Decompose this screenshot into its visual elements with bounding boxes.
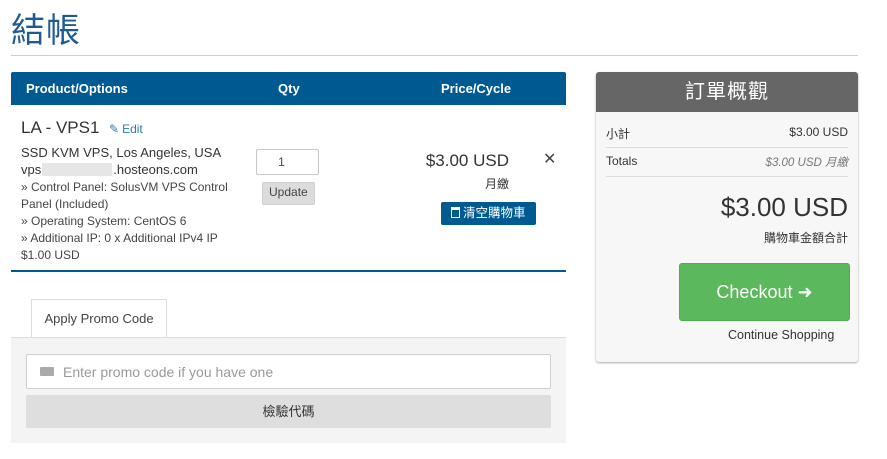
edit-label: Edit [122, 122, 143, 136]
tab-apply-promo-code[interactable]: Apply Promo Code [31, 299, 167, 337]
subtotal-row: 小計 $3.00 USD [606, 125, 848, 142]
totals-label: Totals [606, 154, 638, 168]
subtotal-label: 小計 [606, 127, 631, 141]
continue-shopping-link[interactable]: Continue Shopping [728, 328, 834, 342]
header-price: Price/Cycle [441, 81, 512, 96]
item-cycle: 月繳 [484, 177, 509, 191]
ticket-icon [40, 367, 54, 376]
order-summary: 訂單概觀 小計 $3.00 USD Totals $3.00 USD 月繳 $3… [596, 72, 858, 362]
cart-table: Product/Options Qty Price/Cycle LA - VPS… [11, 72, 566, 272]
total-caption: 購物車金額合計 [763, 231, 848, 245]
subtotal-value: $3.00 USD [789, 125, 848, 139]
summary-title: 訂單概觀 [596, 72, 858, 112]
promo-placeholder: Enter promo code if you have one [63, 364, 274, 380]
trash-icon [451, 207, 460, 218]
arrow-right-icon: ➜ [797, 282, 813, 302]
hostname-suffix: .hosteons.com [113, 162, 198, 177]
quantity-input[interactable] [256, 149, 319, 175]
product-hostname: vps .hosteons.com [21, 161, 198, 178]
header-qty: Qty [278, 81, 300, 96]
product-description: SSD KVM VPS, Los Angeles, USA [21, 145, 222, 160]
product-options: » Control Panel: SolusVM VPS Control Pan… [21, 180, 228, 262]
totals-value: $3.00 USD 月繳 [765, 157, 848, 169]
cart-item-row: LA - VPS1 ✎ Edit SSD KVM VPS, Los Angeles… [11, 105, 566, 272]
empty-cart-label: 清空購物車 [463, 206, 526, 220]
item-price: $3.00 USD [425, 151, 509, 170]
pencil-icon: ✎ [109, 122, 120, 136]
empty-cart-button[interactable]: 清空購物車 [441, 202, 536, 225]
page-title: 結帳 [11, 11, 81, 51]
promo-code-input[interactable]: Enter promo code if you have one [26, 354, 551, 389]
total-amount: $3.00 USD [720, 192, 848, 222]
checkout-button[interactable]: Checkout ➜ [679, 263, 850, 321]
hostname-redaction [42, 163, 113, 176]
totals-row: Totals $3.00 USD 月繳 [606, 154, 848, 169]
header-product: Product/Options [26, 81, 128, 96]
title-divider [11, 55, 858, 56]
product-name: LA - VPS1 [21, 118, 100, 137]
close-icon[interactable]: ✕ [543, 149, 556, 169]
checkout-label: Checkout [716, 282, 793, 302]
summary-divider [606, 147, 848, 148]
cart-header: Product/Options Qty Price/Cycle [11, 72, 566, 105]
edit-link[interactable]: ✎ Edit [109, 122, 143, 136]
validate-code-button[interactable]: 檢驗代碼 [26, 395, 551, 428]
hostname-prefix: vps [21, 162, 42, 177]
promo-panel: Enter promo code if you have one 檢驗代碼 [11, 337, 566, 443]
summary-divider [606, 176, 848, 177]
update-button[interactable]: Update [262, 182, 315, 205]
